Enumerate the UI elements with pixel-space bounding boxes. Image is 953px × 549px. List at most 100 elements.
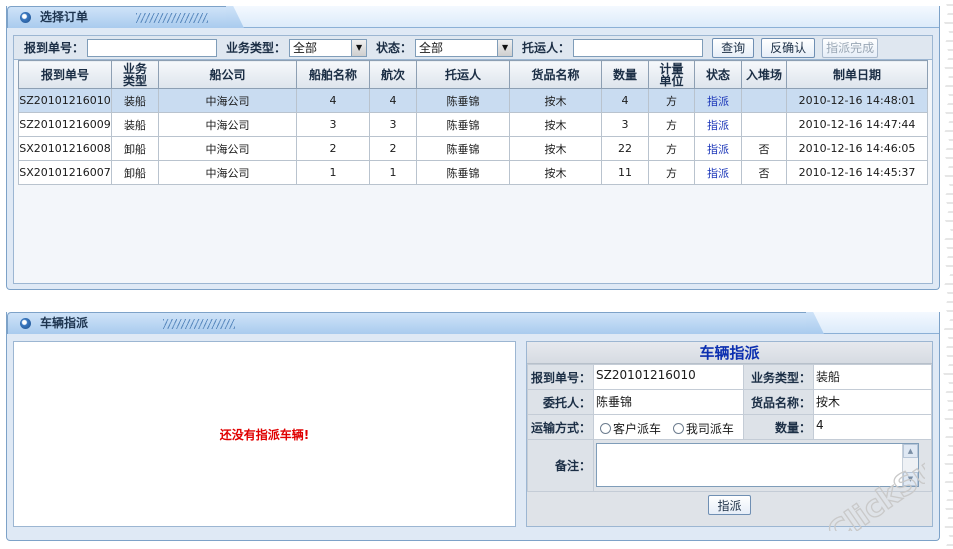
cell-shipper: 陈垂锦 bbox=[416, 88, 510, 113]
cell-unit: 方 bbox=[648, 136, 695, 161]
table-row[interactable]: SZ20101216009 装船 中海公司 3 3 陈垂锦 按木 3 方 指派 … bbox=[18, 112, 928, 137]
cell-biz-type: 卸船 bbox=[111, 136, 159, 161]
bullet-icon bbox=[20, 12, 31, 23]
form-goods-value: 按木 bbox=[813, 389, 932, 415]
col-header[interactable]: 业务类型 bbox=[111, 60, 159, 89]
cell-quantity: 4 bbox=[601, 88, 649, 113]
form-row: 报到单号： SZ20101216010 业务类型： 装船 bbox=[527, 364, 932, 390]
col-header[interactable]: 状态 bbox=[694, 60, 742, 89]
panel-tab: 选择订单 bbox=[7, 6, 227, 28]
col-header[interactable]: 计量单位 bbox=[648, 60, 695, 89]
form-row: 运输方式： 客户派车 我司派车 数量： 4 bbox=[527, 414, 932, 440]
orders-grid-wrap: 报到单号 业务类型 船公司 船舶名称 航次 托运人 货品名称 数量 计量单位 状… bbox=[14, 60, 932, 279]
cell-ship-name: 4 bbox=[296, 88, 370, 113]
form-row: 备注： ▲ ▼ bbox=[527, 439, 932, 492]
bullet-icon bbox=[20, 318, 31, 329]
cell-voyage: 4 bbox=[369, 88, 417, 113]
shipper-input[interactable] bbox=[573, 38, 704, 57]
dispatch-button-row: 指派 bbox=[527, 492, 932, 516]
radio-customer-vehicle[interactable] bbox=[600, 423, 611, 434]
biz-type-label: 业务类型： bbox=[226, 41, 287, 55]
form-quantity-label: 数量： bbox=[743, 414, 814, 440]
cell-goods: 按木 bbox=[509, 136, 602, 161]
cell-report-no: SX20101216007 bbox=[18, 160, 112, 185]
scroll-down-icon[interactable]: ▼ bbox=[903, 472, 918, 486]
cell-date: 2010-12-16 14:48:01 bbox=[786, 88, 928, 113]
query-button[interactable]: 查询 bbox=[712, 37, 755, 58]
cell-yard: 否 bbox=[741, 160, 787, 185]
search-bar: 报到单号： 业务类型： 全部 ▼ 状态： 全部 ▼ 托运人： 查询 反确认 指派… bbox=[14, 36, 932, 60]
col-header[interactable]: 制单日期 bbox=[786, 60, 928, 89]
biz-type-select[interactable]: 全部 ▼ bbox=[289, 38, 368, 57]
col-header[interactable]: 货品名称 bbox=[509, 60, 602, 89]
cell-date: 2010-12-16 14:45:37 bbox=[786, 160, 928, 185]
table-header-row: 报到单号 业务类型 船公司 船舶名称 航次 托运人 货品名称 数量 计量单位 状… bbox=[18, 60, 928, 89]
cell-ship-company: 中海公司 bbox=[158, 88, 297, 113]
col-header[interactable]: 托运人 bbox=[416, 60, 510, 89]
table-row[interactable]: SX20101216007 卸船 中海公司 1 1 陈垂锦 按木 11 方 指派… bbox=[18, 160, 928, 185]
stripes-decoration bbox=[136, 13, 208, 23]
radio-label-customer: 客户派车 bbox=[613, 422, 662, 436]
vehicle-dispatch-panel: 车辆指派 还没有指派车辆! 车辆指派 报到单号： SZ20101216010 业… bbox=[6, 312, 940, 541]
cell-quantity: 3 bbox=[601, 112, 649, 137]
table-row[interactable]: SX20101216008 卸船 中海公司 2 2 陈垂锦 按木 22 方 指派… bbox=[18, 136, 928, 161]
scroll-up-icon[interactable]: ▲ bbox=[903, 444, 918, 458]
col-header[interactable]: 船公司 bbox=[158, 60, 297, 89]
cell-ship-name: 2 bbox=[296, 136, 370, 161]
table-row[interactable]: SZ20101216010 装船 中海公司 4 4 陈垂锦 按木 4 方 指派 … bbox=[18, 88, 928, 113]
reverse-confirm-button[interactable]: 反确认 bbox=[761, 37, 816, 58]
col-header[interactable]: 数量 bbox=[601, 60, 649, 89]
biz-type-value: 全部 bbox=[293, 40, 318, 55]
cell-voyage: 3 bbox=[369, 112, 417, 137]
cell-goods: 按木 bbox=[509, 88, 602, 113]
form-consignor-value: 陈垂锦 bbox=[593, 389, 744, 415]
torn-page-edge bbox=[943, 0, 953, 549]
cell-yard: 否 bbox=[741, 136, 787, 161]
dispatch-form-table: 报到单号： SZ20101216010 业务类型： 装船 委托人： 陈垂锦 货品… bbox=[527, 364, 932, 492]
cell-report-no: SZ20101216009 bbox=[18, 112, 112, 137]
col-header[interactable]: 船舶名称 bbox=[296, 60, 370, 89]
order-select-panel: 选择订单 报到单号： 业务类型： 全部 ▼ 状态： 全部 ▼ 托运人： 查询 反… bbox=[6, 6, 940, 290]
cell-report-no: SZ20101216010 bbox=[18, 88, 112, 113]
status-label: 状态： bbox=[376, 41, 413, 55]
dispatch-link[interactable]: 指派 bbox=[694, 112, 742, 137]
cell-unit: 方 bbox=[648, 88, 695, 113]
dropdown-arrow-icon[interactable]: ▼ bbox=[497, 39, 513, 56]
col-header[interactable]: 航次 bbox=[369, 60, 417, 89]
remark-textarea[interactable]: ▲ ▼ bbox=[596, 443, 919, 487]
cell-shipper: 陈垂锦 bbox=[416, 112, 510, 137]
col-header[interactable]: 报到单号 bbox=[18, 60, 112, 89]
shipper-label: 托运人： bbox=[522, 41, 571, 55]
dispatch-button[interactable]: 指派 bbox=[708, 495, 751, 515]
cell-voyage: 1 bbox=[369, 160, 417, 185]
form-biz-type-value: 装船 bbox=[813, 364, 932, 390]
panel-title: 选择订单 bbox=[40, 10, 89, 24]
textarea-scrollbar[interactable]: ▲ ▼ bbox=[902, 444, 918, 486]
empty-message: 还没有指派车辆! bbox=[219, 427, 310, 442]
cell-ship-company: 中海公司 bbox=[158, 112, 297, 137]
cell-shipper: 陈垂锦 bbox=[416, 136, 510, 161]
dispatch-link[interactable]: 指派 bbox=[694, 136, 742, 161]
status-value: 全部 bbox=[419, 40, 444, 55]
dispatch-form: 车辆指派 报到单号： SZ20101216010 业务类型： 装船 委托人： 陈… bbox=[526, 341, 933, 527]
form-report-no-value: SZ20101216010 bbox=[593, 364, 744, 390]
status-select[interactable]: 全部 ▼ bbox=[415, 38, 514, 57]
col-header[interactable]: 入堆场 bbox=[741, 60, 787, 89]
panel-header: 车辆指派 bbox=[7, 312, 939, 334]
vehicle-list-area: 还没有指派车辆! bbox=[13, 341, 516, 527]
report-no-input[interactable] bbox=[87, 38, 218, 57]
cell-quantity: 11 bbox=[601, 160, 649, 185]
cell-goods: 按木 bbox=[509, 112, 602, 137]
cell-shipper: 陈垂锦 bbox=[416, 160, 510, 185]
transport-options: 客户派车 我司派车 bbox=[593, 414, 744, 440]
radio-company-vehicle[interactable] bbox=[672, 423, 684, 434]
cell-yard bbox=[741, 88, 787, 113]
dispatch-done-button[interactable]: 指派完成 bbox=[822, 37, 879, 58]
dispatch-link[interactable]: 指派 bbox=[694, 160, 742, 185]
radio-label-company: 我司派车 bbox=[685, 422, 734, 436]
dropdown-arrow-icon[interactable]: ▼ bbox=[351, 39, 367, 56]
form-consignor-label: 委托人： bbox=[527, 389, 594, 415]
dispatch-link[interactable]: 指派 bbox=[694, 88, 742, 113]
form-remark-label: 备注： bbox=[527, 439, 594, 492]
cell-ship-name: 1 bbox=[296, 160, 370, 185]
